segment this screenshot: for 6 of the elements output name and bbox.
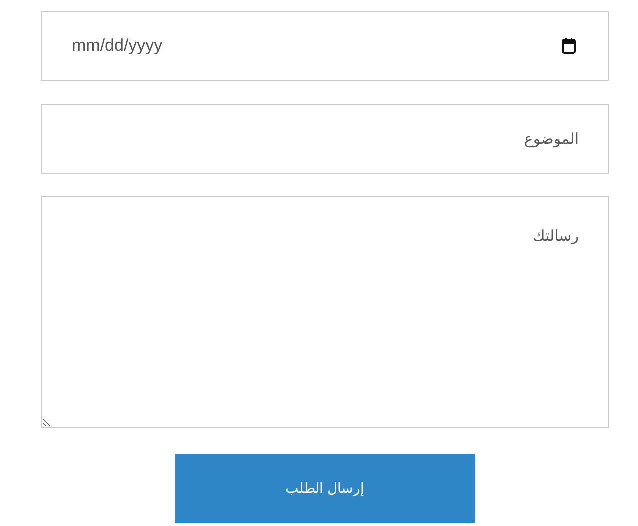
submit-button[interactable]: إرسال الطلب: [175, 454, 475, 523]
date-placeholder: mm/dd/yyyy: [72, 35, 163, 58]
calendar-icon[interactable]: [562, 38, 576, 54]
message-field[interactable]: رسالتك: [41, 196, 609, 428]
date-field[interactable]: mm/dd/yyyy: [41, 11, 609, 81]
subject-field[interactable]: الموضوع: [41, 104, 609, 174]
